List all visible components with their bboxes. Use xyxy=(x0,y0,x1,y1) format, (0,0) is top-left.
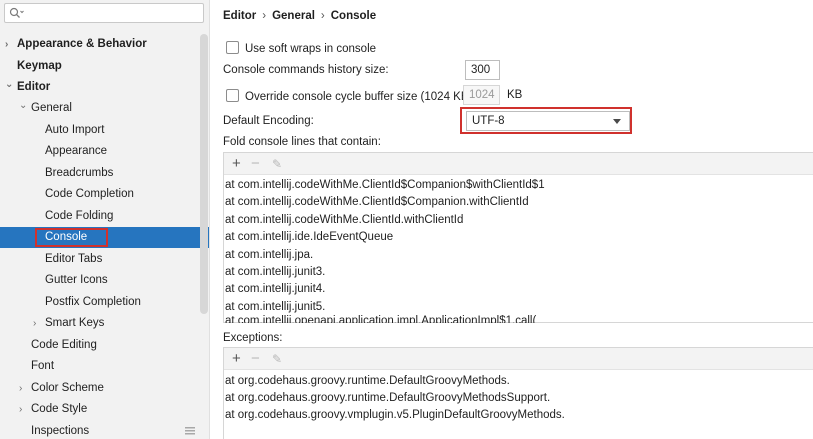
tree-item-label: Code Editing xyxy=(31,339,97,351)
history-size-input[interactable]: 300 xyxy=(465,60,500,80)
sidebar-scrollbar[interactable] xyxy=(200,34,208,314)
breadcrumb-console: Console xyxy=(330,10,377,22)
tree-item-label: Appearance xyxy=(45,145,108,157)
chevron-right-icon[interactable]: › xyxy=(33,313,43,334)
tree-item-font[interactable]: Font xyxy=(0,356,209,377)
encoding-value: UTF-8 xyxy=(472,115,505,127)
console-settings-panel: Editor › General › Console Use soft wraps in… xyxy=(211,0,813,439)
tree-item-color-scheme[interactable]: › Color Scheme xyxy=(0,378,209,399)
list-item[interactable]: at com.intellij.openapi.application.impl… xyxy=(225,314,536,323)
exceptions-toolbar: + − ✎ xyxy=(224,348,813,370)
tree-item-postfix-completion[interactable]: Postfix Completion xyxy=(0,292,209,313)
tree-item-label: Code Style xyxy=(31,403,88,415)
tree-item-label: Gutter Icons xyxy=(45,274,108,286)
exceptions-panel: + − ✎ at org.codehaus.groovy.runtime.Def… xyxy=(223,347,813,439)
tree-item-label: Appearance & Behavior xyxy=(17,38,147,50)
dropdown-arrow-icon xyxy=(613,119,621,124)
tree-item-keymap[interactable]: Keymap xyxy=(0,56,209,77)
tree-item-inspections[interactable]: Inspections xyxy=(0,421,209,439)
add-icon[interactable]: + xyxy=(232,154,241,174)
tree-item-label: General xyxy=(31,102,72,114)
tree-item-label: Code Completion xyxy=(45,188,134,200)
search-icon xyxy=(9,7,24,18)
tree-item-appearance[interactable]: Appearance xyxy=(0,141,209,162)
exceptions-label: Exceptions: xyxy=(223,332,283,344)
fold-lines-label: Fold console lines that contain: xyxy=(223,136,381,148)
settings-sidebar: › Appearance & Behavior Keymap ⌄ Editor … xyxy=(0,0,210,439)
tree-item-code-completion[interactable]: Code Completion xyxy=(0,184,209,205)
chevron-down-icon[interactable]: ⌄ xyxy=(5,74,15,95)
encoding-dropdown[interactable]: UTF-8 xyxy=(466,111,630,131)
breadcrumb-separator: › xyxy=(262,10,267,22)
edit-icon[interactable]: ✎ xyxy=(272,154,282,174)
fold-lines-toolbar: + − ✎ xyxy=(224,153,813,175)
fold-lines-panel: + − ✎ at com.intellij.codeWithMe.ClientI… xyxy=(223,152,813,323)
add-icon[interactable]: + xyxy=(232,349,241,369)
list-item[interactable]: at com.intellij.ide.IdeEventQueue xyxy=(225,229,393,246)
remove-icon[interactable]: − xyxy=(251,154,260,174)
tree-item-label: Breadcrumbs xyxy=(45,167,114,179)
soft-wraps-checkbox[interactable] xyxy=(226,41,239,54)
tree-item-label: Editor Tabs xyxy=(45,253,103,265)
project-scope-icon xyxy=(185,427,195,435)
edit-icon[interactable]: ✎ xyxy=(272,349,282,369)
override-buffer-checkbox[interactable] xyxy=(226,89,239,102)
breadcrumb-general[interactable]: General xyxy=(272,10,315,22)
tree-item-gutter-icons[interactable]: Gutter Icons xyxy=(0,270,209,291)
highlight-box xyxy=(35,228,108,247)
breadcrumb-editor[interactable]: Editor xyxy=(223,10,256,22)
tree-item-label: Smart Keys xyxy=(45,317,105,329)
buffer-unit-label: KB xyxy=(507,89,523,101)
tree-item-general[interactable]: ⌄ General xyxy=(0,98,209,119)
list-item[interactable]: at com.intellij.codeWithMe.ClientId$Comp… xyxy=(225,177,545,194)
tree-item-auto-import[interactable]: Auto Import xyxy=(0,120,209,141)
tree-item-editor[interactable]: ⌄ Editor xyxy=(0,77,209,98)
tree-item-label: Color Scheme xyxy=(31,382,104,394)
override-buffer-label: Override console cycle buffer size (1024… xyxy=(245,91,473,103)
override-buffer-option[interactable]: Override console cycle buffer size (1024… xyxy=(226,89,472,103)
list-item[interactable]: at org.codehaus.groovy.runtime.DefaultGr… xyxy=(225,373,510,390)
tree-item-code-style[interactable]: › Code Style xyxy=(0,399,209,420)
tree-item-label: Auto Import xyxy=(45,124,105,136)
list-item[interactable]: at com.intellij.junit4. xyxy=(225,281,325,298)
tree-item-code-editing[interactable]: Code Editing xyxy=(0,335,209,356)
chevron-right-icon[interactable]: › xyxy=(5,34,15,55)
breadcrumb-separator: › xyxy=(320,10,325,22)
tree-item-smart-keys[interactable]: › Smart Keys xyxy=(0,313,209,334)
list-item[interactable]: at com.intellij.junit3. xyxy=(225,264,325,281)
list-item[interactable]: at com.intellij.codeWithMe.ClientId$Comp… xyxy=(225,194,529,211)
tree-item-console[interactable]: Console xyxy=(0,227,209,248)
list-item[interactable]: at com.intellij.jpa. xyxy=(225,247,313,264)
soft-wraps-option[interactable]: Use soft wraps in console xyxy=(226,41,376,55)
history-size-label: Console commands history size: xyxy=(223,64,389,76)
soft-wraps-label: Use soft wraps in console xyxy=(245,43,377,55)
tree-item-editor-tabs[interactable]: Editor Tabs xyxy=(0,249,209,270)
encoding-label: Default Encoding: xyxy=(223,115,314,127)
chevron-right-icon[interactable]: › xyxy=(19,378,29,399)
tree-item-breadcrumbs[interactable]: Breadcrumbs xyxy=(0,163,209,184)
tree-item-label: Postfix Completion xyxy=(45,296,141,308)
tree-item-appearance-behavior[interactable]: › Appearance & Behavior xyxy=(0,34,209,55)
list-item[interactable]: at com.intellij.codeWithMe.ClientId.with… xyxy=(225,212,463,229)
tree-item-label: Keymap xyxy=(17,60,62,72)
tree-item-code-folding[interactable]: Code Folding xyxy=(0,206,209,227)
tree-item-label: Code Folding xyxy=(45,210,114,222)
breadcrumb: Editor › General › Console xyxy=(223,10,376,22)
list-item[interactable]: at org.codehaus.groovy.runtime.DefaultGr… xyxy=(225,390,550,407)
tree-item-label: Font xyxy=(31,360,55,372)
list-item[interactable]: at org.codehaus.groovy.vmplugin.v5.Plugi… xyxy=(225,407,565,424)
chevron-right-icon[interactable]: › xyxy=(19,399,29,420)
tree-item-label: Inspections xyxy=(31,425,90,437)
search-input[interactable] xyxy=(4,3,204,23)
remove-icon[interactable]: − xyxy=(251,349,260,369)
buffer-size-input[interactable]: 1024 xyxy=(463,85,500,105)
chevron-down-icon[interactable]: ⌄ xyxy=(19,95,29,116)
